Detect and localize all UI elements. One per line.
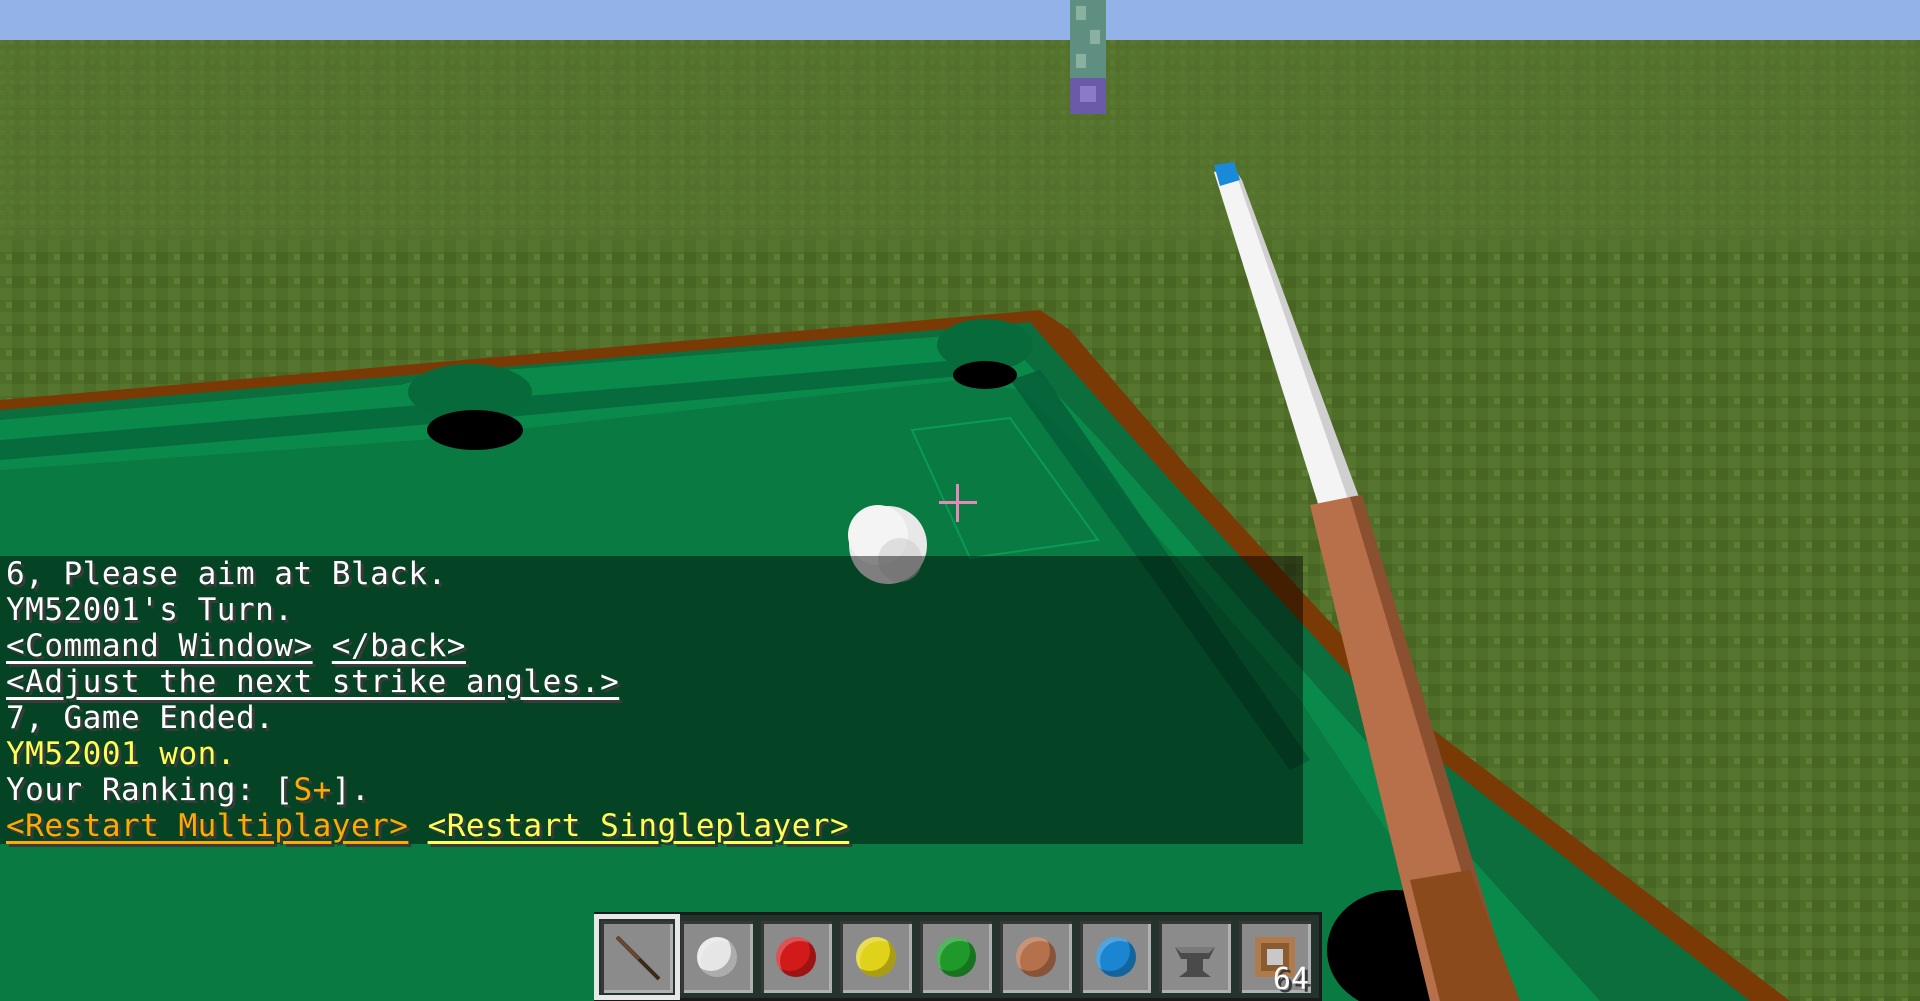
game-viewport[interactable]: 6, Please aim at Black. YM52001's Turn. …: [0, 0, 1920, 1001]
chat-text: YM52001's Turn.: [6, 592, 294, 628]
anvil-icon: [1175, 946, 1216, 977]
hotbar-slot-8[interactable]: [1159, 920, 1232, 993]
restart-singleplayer-link[interactable]: <Restart Singleplayer>: [428, 808, 850, 844]
chat-line-restart: <Restart Multiplayer> <Restart Singlepla…: [6, 808, 849, 844]
hotbar-slot-5[interactable]: [920, 920, 992, 993]
hotbar-slot-3[interactable]: [760, 920, 833, 993]
restart-multiplayer-link[interactable]: <Restart Multiplayer>: [6, 808, 408, 844]
adjust-angles-link[interactable]: <Adjust the next strike angles.>: [6, 664, 619, 700]
distant-pillar: [1070, 0, 1106, 114]
hotbar-slot-1[interactable]: [594, 913, 680, 1000]
ranking-value: S+: [293, 772, 332, 808]
hotbar-slot-7[interactable]: [1079, 920, 1152, 993]
red-ball-icon: [776, 936, 817, 977]
chat-text: 6, Please aim at Black.: [6, 556, 447, 592]
chat-line-commands: <Command Window> </back>: [6, 628, 466, 664]
chat-line-winner: YM52001 won.: [6, 736, 236, 772]
cue-stick-icon: [615, 935, 661, 980]
winner-text: YM52001 won.: [6, 736, 236, 772]
white-ball-icon: [696, 936, 737, 977]
blue-ball-icon: [1095, 936, 1136, 977]
hotbar-slot-4[interactable]: [840, 920, 913, 993]
hotbar: 64: [594, 912, 1322, 1001]
hotbar-slot-6[interactable]: [999, 920, 1072, 993]
back-link[interactable]: </back>: [332, 628, 466, 664]
sky: [0, 0, 1920, 46]
green-ball-icon: [936, 936, 977, 977]
ranking-label: Your Ranking: [: [6, 772, 294, 808]
item-count: 64: [1272, 961, 1310, 997]
chat-line-aim: 6, Please aim at Black.: [6, 556, 447, 592]
hotbar-slot-9[interactable]: 64: [1239, 920, 1312, 997]
chat-line-turn: YM52001's Turn.: [6, 592, 293, 628]
chat-line-adjust: <Adjust the next strike angles.>: [6, 664, 619, 700]
ranking-suffix: ].: [331, 772, 371, 808]
chat-line-ranking: Your Ranking: [S+].: [6, 772, 370, 808]
chat-text: 7, Game Ended.: [6, 700, 275, 736]
crosshair-icon: [939, 484, 977, 522]
chat-line-ended: 7, Game Ended.: [6, 700, 274, 736]
yellow-ball-icon: [856, 936, 897, 977]
command-window-link[interactable]: <Command Window>: [6, 628, 313, 664]
brown-ball-icon: [1015, 936, 1056, 977]
hotbar-slot-2[interactable]: [680, 920, 753, 993]
